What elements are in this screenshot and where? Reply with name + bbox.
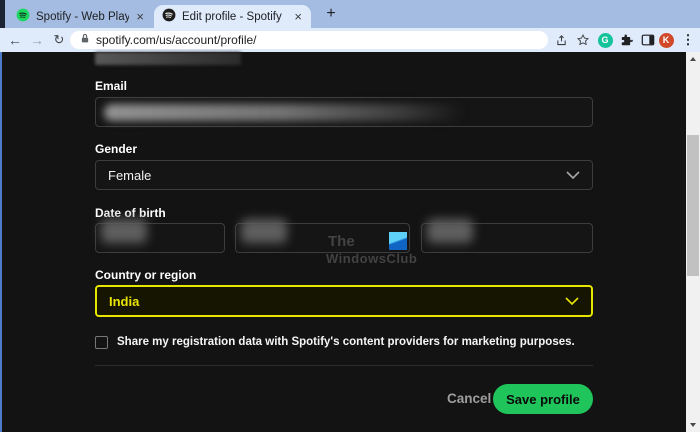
bookmark-star-icon[interactable]: [573, 28, 593, 52]
country-label: Country or region: [95, 268, 197, 282]
scroll-up-icon[interactable]: [690, 57, 696, 61]
watermark-text: WindowsClub: [326, 251, 418, 266]
form-divider: [95, 365, 593, 366]
menu-dots-icon[interactable]: ⋮: [678, 28, 698, 52]
cancel-button[interactable]: Cancel: [441, 390, 497, 407]
grammarly-letter: G: [597, 32, 613, 48]
tab-edit-profile[interactable]: Edit profile - Spotify ×: [154, 5, 311, 28]
dob-label: Date of birth: [95, 206, 166, 220]
window-left-edge: [0, 52, 2, 432]
extensions-puzzle-icon[interactable]: [617, 28, 637, 52]
browser-toolbar: ← → ↻ spotify.com/us/account/profile/ G …: [0, 28, 700, 52]
dob-year-field[interactable]: [421, 219, 593, 253]
windowsclub-logo-icon: [389, 232, 407, 250]
country-dropdown[interactable]: India: [95, 285, 593, 317]
avatar-letter: K: [658, 32, 674, 48]
lock-icon: [80, 31, 90, 49]
watermark-text: The: [328, 233, 355, 250]
chevron-down-icon: [565, 292, 579, 310]
email-field[interactable]: [95, 97, 593, 127]
redacted-dob-value: [427, 219, 473, 243]
dob-month-field[interactable]: [235, 219, 410, 253]
country-selected-value: India: [109, 293, 140, 309]
marketing-consent-row: Share my registration data with Spotify'…: [95, 336, 575, 349]
url-text[interactable]: spotify.com/us/account/profile/: [96, 33, 257, 47]
close-icon[interactable]: ×: [135, 10, 145, 23]
tab-spotify-web-player[interactable]: Spotify - Web Player: Music for e ×: [8, 5, 153, 28]
grammarly-extension-icon[interactable]: G: [595, 28, 615, 52]
redacted-dob-value: [101, 219, 147, 243]
tab-title: Spotify - Web Player: Music for e: [36, 10, 130, 23]
redacted-email-value: [104, 104, 464, 121]
share-icon[interactable]: [551, 28, 571, 52]
email-label: Email: [95, 79, 128, 93]
gender-selected-value: Female: [108, 167, 152, 183]
chevron-down-icon: [566, 166, 580, 184]
window-corner: [0, 0, 5, 28]
save-profile-button[interactable]: Save profile: [493, 384, 593, 414]
redacted-username-text: [95, 52, 241, 65]
marketing-consent-label: Share my registration data with Spotify'…: [117, 336, 575, 348]
browser-window: Spotify - Web Player: Music for e × Edit…: [0, 0, 700, 432]
edit-profile-page: Email Gender Female Date of birth The Wi…: [0, 52, 700, 432]
gender-label: Gender: [95, 142, 138, 156]
forward-icon[interactable]: →: [28, 28, 46, 52]
marketing-consent-checkbox[interactable]: [95, 336, 108, 349]
gender-dropdown[interactable]: Female: [95, 160, 593, 190]
reload-icon[interactable]: ↻: [50, 28, 68, 52]
page-scrollbar[interactable]: [686, 52, 700, 432]
spotify-favicon-green-icon: [16, 8, 30, 25]
address-bar[interactable]: spotify.com/us/account/profile/: [70, 31, 548, 49]
spotify-favicon-dark-icon: [162, 8, 176, 25]
scroll-down-icon[interactable]: [690, 423, 696, 427]
new-tab-icon[interactable]: +: [320, 3, 342, 25]
back-icon[interactable]: ←: [6, 28, 24, 52]
tab-title: Edit profile - Spotify: [182, 10, 282, 23]
dob-day-field[interactable]: [95, 219, 225, 253]
side-panel-icon[interactable]: [638, 28, 658, 52]
tab-strip: Spotify - Web Player: Music for e × Edit…: [0, 0, 700, 28]
close-icon[interactable]: ×: [293, 10, 303, 23]
redacted-dob-value: [241, 219, 287, 243]
profile-avatar[interactable]: K: [656, 28, 676, 52]
scrollbar-thumb[interactable]: [687, 135, 699, 276]
